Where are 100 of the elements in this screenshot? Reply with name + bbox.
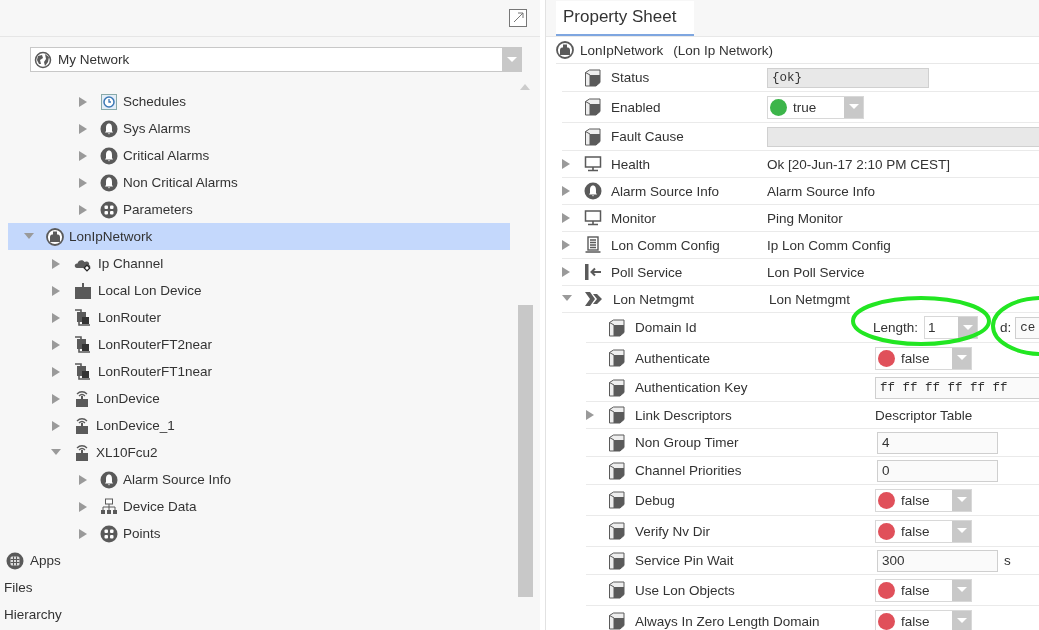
expand-arrow-icon[interactable] [78, 204, 88, 215]
collapse-arrow-icon[interactable] [24, 232, 34, 241]
property-value: Alarm Source Info [767, 183, 876, 199]
merge-arrow-icon [584, 290, 604, 308]
property-name: Monitor [611, 210, 656, 226]
router-icon [73, 308, 93, 327]
input-field[interactable]: 4 [877, 431, 998, 454]
cube-icon [608, 551, 626, 570]
cube-icon [608, 491, 626, 509]
caret-icon [506, 56, 517, 63]
tree-item[interactable]: LonDevice [96, 391, 160, 406]
boolean-dropdown[interactable]: false [875, 488, 972, 512]
input-field[interactable]: ff ff ff ff ff ff [875, 376, 1039, 399]
expand-arrow-icon[interactable] [78, 123, 88, 134]
boolean-dropdown[interactable]: true [767, 95, 864, 119]
property-sheet-tab[interactable]: Property Sheet [556, 1, 695, 36]
expand-arrow-icon[interactable] [51, 285, 61, 296]
tree-item[interactable]: LonIpNetwork [69, 229, 153, 244]
expand-arrow-icon[interactable] [562, 186, 570, 196]
expand-arrow-icon[interactable] [562, 240, 570, 250]
expand-arrow-icon[interactable] [78, 501, 88, 512]
scroll-up-icon[interactable] [520, 84, 530, 90]
maximize-icon[interactable] [509, 9, 527, 27]
expand-arrow-icon[interactable] [586, 410, 594, 420]
tree-item[interactable]: LonRouterFT2near [98, 337, 213, 352]
nav-item[interactable]: Files [4, 580, 33, 595]
router-icon [73, 335, 93, 354]
nav-item[interactable]: Apps [30, 553, 61, 568]
length-label: Length: [873, 320, 919, 335]
input-field[interactable]: ce [1015, 316, 1039, 339]
property-name: Status [611, 70, 650, 85]
collapse-arrow-icon[interactable] [562, 295, 572, 303]
boolean-dropdown[interactable]: false [875, 519, 972, 543]
tree-item[interactable]: Critical Alarms [123, 148, 210, 163]
network-dropdown[interactable]: My Network [30, 47, 522, 72]
tree-item[interactable]: Non Critical Alarms [123, 175, 238, 190]
tree-item[interactable]: Local Lon Device [98, 283, 202, 298]
boolean-dropdown[interactable]: false [875, 578, 972, 602]
expand-arrow-icon[interactable] [51, 420, 61, 431]
expand-arrow-icon[interactable] [51, 258, 61, 269]
readonly-field: {ok} [767, 67, 929, 88]
input-field[interactable]: 300 [877, 549, 998, 572]
expand-arrow-icon[interactable] [78, 474, 88, 485]
cube-icon [584, 127, 602, 146]
property-value: Ping Monitor [767, 210, 843, 226]
monitor-icon [584, 209, 602, 227]
property-name: Service Pin Wait [635, 553, 734, 568]
cube-icon [608, 612, 626, 630]
bell-icon [100, 119, 118, 138]
collapse-arrow-icon[interactable] [51, 448, 61, 457]
property-value: Ip Lon Comm Config [767, 237, 891, 253]
boolean-dropdown[interactable]: false [875, 609, 972, 630]
tree-item[interactable]: LonRouter [98, 310, 162, 325]
tree-item[interactable]: Sys Alarms [123, 121, 191, 136]
monitor-icon [584, 155, 602, 173]
tree-item[interactable]: XL10Fcu2 [96, 445, 158, 460]
boolean-dropdown[interactable]: false [875, 346, 972, 370]
expand-arrow-icon[interactable] [562, 159, 570, 169]
tree-item[interactable]: LonDevice_1 [96, 418, 175, 433]
input-field[interactable]: 0 [877, 459, 998, 482]
property-value: Lon Poll Service [767, 264, 865, 280]
id-label: d: [1000, 320, 1012, 335]
caret-icon [956, 497, 967, 503]
tree-item[interactable]: Schedules [123, 94, 187, 109]
expand-arrow-icon[interactable] [78, 150, 88, 161]
expand-arrow-icon[interactable] [78, 528, 88, 539]
caret-icon [956, 355, 967, 361]
scrollbar-thumb[interactable] [517, 305, 533, 597]
network-icon [46, 227, 64, 246]
tree-item[interactable]: Ip Channel [98, 256, 164, 271]
tree-item[interactable]: Device Data [123, 499, 197, 514]
tree-item[interactable]: LonRouterFT1near [98, 364, 213, 379]
expand-arrow-icon[interactable] [562, 267, 570, 277]
calendar-icon [100, 92, 118, 111]
property-name: Fault Cause [611, 129, 684, 144]
expand-arrow-icon[interactable] [78, 96, 88, 107]
property-value: Lon Netmgmt [769, 291, 851, 307]
length-dropdown[interactable]: 1 [924, 316, 979, 339]
tree-item[interactable]: Parameters [123, 202, 193, 217]
nav-item[interactable]: Hierarchy [4, 607, 62, 622]
expand-arrow-icon[interactable] [51, 339, 61, 350]
bell-icon [584, 182, 602, 200]
expand-arrow-icon[interactable] [51, 312, 61, 323]
expand-arrow-icon[interactable] [562, 213, 570, 223]
property-name: Debug [635, 492, 675, 508]
caret-icon [848, 104, 859, 110]
tree-item[interactable]: Alarm Source Info [123, 472, 232, 487]
expand-arrow-icon[interactable] [51, 393, 61, 404]
property-name: Authentication Key [635, 380, 748, 395]
cube-icon [608, 378, 626, 397]
cube-icon [584, 98, 602, 116]
expand-arrow-icon[interactable] [51, 366, 61, 377]
cube-icon [608, 433, 626, 452]
grid-circle-icon [100, 524, 118, 543]
antenna-device-icon [73, 443, 91, 462]
network-icon [556, 41, 574, 59]
property-name: Lon Comm Config [611, 237, 720, 253]
tree-item[interactable]: Points [123, 526, 161, 541]
selected-row-highlight[interactable]: LonIpNetwork [8, 223, 510, 250]
expand-arrow-icon[interactable] [78, 177, 88, 188]
